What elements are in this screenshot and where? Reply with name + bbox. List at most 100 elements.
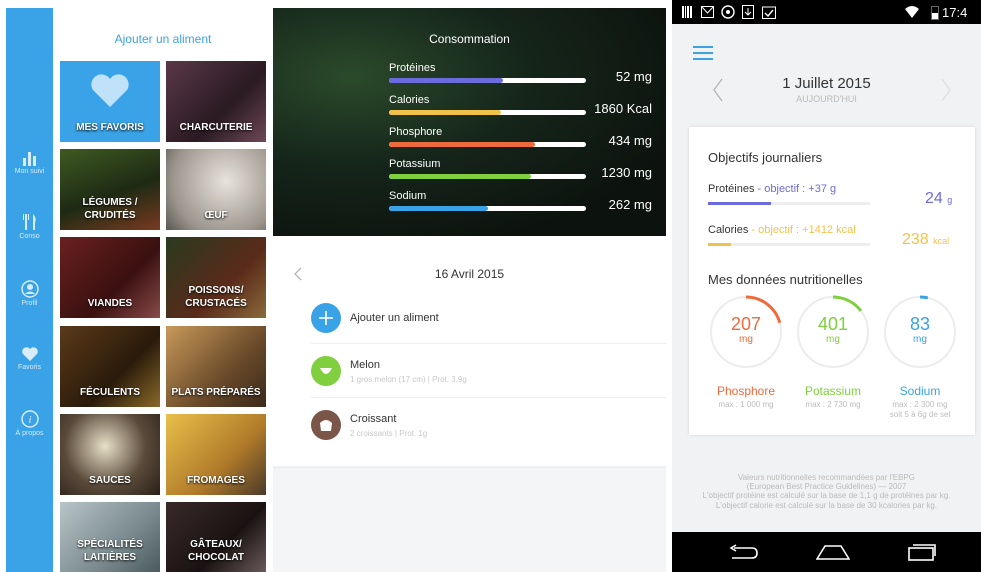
- objective-label: Calories: [708, 224, 749, 236]
- nutrition-card: Objectifs journaliers Protéines - object…: [689, 127, 975, 435]
- nav-item-profil[interactable]: Profil: [6, 280, 53, 307]
- nav-item-favoris[interactable]: Favoris: [6, 346, 53, 371]
- food-name: Melon: [350, 359, 380, 371]
- category-panel: Ajouter un aliment MES FAVORIS CHARCUTER…: [53, 8, 273, 572]
- food-row-melon[interactable]: Melon 1 gros melon (17 cm) | Prot. 3,9g: [311, 356, 666, 396]
- food-row-croissant[interactable]: Croissant 2 croissants | Prot. 1g: [311, 410, 666, 450]
- ring-name: Phosphore: [716, 384, 776, 398]
- tablet-screen: Mon suivi Conso Profil Favoris i À propo…: [6, 8, 666, 572]
- category-tile-legumes[interactable]: LÉGUMES / CRUDITÉS: [60, 149, 160, 230]
- objective-unit: g: [947, 195, 953, 205]
- recent-apps-icon[interactable]: [908, 543, 936, 561]
- ring-value: 83: [909, 314, 931, 334]
- nutrient-label: Potassium: [389, 158, 441, 170]
- category-label-line2: CRUDITÉS: [84, 209, 136, 221]
- nutrient-bar-fill: [389, 78, 503, 83]
- system-nav-bar: [672, 532, 981, 572]
- category-label: GÂTEAUX/: [190, 539, 242, 550]
- ring-name: Potassium: [804, 384, 862, 398]
- nutrient-bar: [389, 174, 586, 179]
- category-label: SPÉCIALITÉS: [77, 539, 143, 550]
- objective-label: Protéines: [708, 183, 755, 195]
- nav-item-conso[interactable]: Conso: [6, 213, 53, 240]
- category-tile-charcuterie[interactable]: CHARCUTERIE: [166, 61, 266, 142]
- profile-icon: [20, 280, 39, 298]
- wifi-icon: [905, 6, 919, 18]
- divider: [311, 397, 666, 398]
- category-tile-poissons[interactable]: POISSONS/CRUSTACÉS: [166, 237, 266, 318]
- heart-icon: [91, 74, 129, 107]
- ring-max: max : 1 000 mg: [701, 400, 791, 410]
- footer-line: L'objectif protéine est calculé sur la b…: [702, 491, 951, 501]
- category-tile-plats-prepares[interactable]: PLATS PRÉPARÉS: [166, 326, 266, 407]
- data-title: Mes données nutritionelles: [708, 272, 863, 287]
- nutrient-label: Calories: [389, 94, 430, 106]
- phone-date-sub: AUJOURD'HUI: [796, 94, 857, 104]
- melon-icon: [311, 356, 341, 386]
- ring-name: Sodium: [899, 384, 941, 398]
- add-food-row[interactable]: Ajouter un aliment: [311, 303, 666, 343]
- ring-unit: mg: [739, 334, 753, 345]
- category-label: PLATS PRÉPARÉS: [171, 386, 261, 398]
- ring-max-line: max : 1 000 mg: [718, 400, 774, 409]
- nutrient-bar: [389, 142, 586, 147]
- objectives-title: Objectifs journaliers: [708, 150, 823, 165]
- objective-row-calories: Calories - objectif : +1412 kcal: [708, 224, 856, 236]
- category-label: SAUCES: [89, 474, 131, 486]
- mail-icon: [701, 6, 714, 18]
- food-name: Croissant: [350, 413, 397, 425]
- download-icon: [742, 5, 754, 19]
- footer-notes: Valeurs nutritionnelles recommandées par…: [672, 473, 981, 510]
- category-tile-gateaux[interactable]: GÂTEAUX/CHOCOLAT: [166, 502, 266, 572]
- phone-date: 1 Juillet 2015: [782, 75, 871, 92]
- consumption-title: Consommation: [429, 32, 510, 46]
- home-icon[interactable]: [816, 544, 850, 560]
- ring-max-line2: soit 5 à 6g de sel: [889, 409, 951, 419]
- category-tile-sauces[interactable]: SAUCES: [60, 414, 160, 495]
- nav-item-a-propos[interactable]: i À propos: [6, 410, 53, 437]
- categories-title: Ajouter un aliment: [114, 32, 212, 46]
- category-label: ŒUF: [204, 209, 228, 221]
- objective-value: 24: [925, 190, 943, 207]
- category-tile-mes-favoris[interactable]: MES FAVORIS: [60, 61, 160, 142]
- category-tile-feculents[interactable]: FÉCULENTS: [60, 326, 160, 407]
- ring-unit: mg: [826, 334, 840, 345]
- nav-label: À propos: [15, 430, 44, 437]
- info-icon: i: [20, 410, 39, 428]
- nutrient-bar-fill: [389, 174, 531, 179]
- nutrient-bar-fill: [389, 206, 488, 211]
- ring-value: 401: [817, 314, 849, 334]
- fork-knife-icon: [22, 214, 36, 230]
- ring-max: max : 2 300 mg soit 5 à 6g de sel: [875, 400, 965, 419]
- nav-label: Favoris: [18, 364, 41, 371]
- nutrient-value: 52 mg: [615, 69, 652, 84]
- category-label: FROMAGES: [187, 474, 245, 486]
- barcode-icon: [682, 6, 692, 18]
- nutrient-label: Sodium: [389, 190, 427, 202]
- category-tile-specialites-laitieres[interactable]: SPÉCIALITÉS LAITIÈRES: [60, 502, 160, 572]
- ring-value: 207: [730, 314, 762, 334]
- nav-item-mon-suivi[interactable]: Mon suivi: [6, 150, 53, 175]
- hamburger-menu-icon[interactable]: [693, 46, 713, 60]
- objective-value-calories: 238 kcal: [902, 231, 949, 249]
- objective-track: [708, 243, 870, 246]
- back-icon[interactable]: [728, 544, 758, 560]
- nutrient-value: 434 mg: [608, 133, 652, 148]
- nutrient-bar: [389, 78, 586, 83]
- objective-track: [708, 202, 870, 205]
- nutrient-label: Protéines: [389, 62, 436, 74]
- category-tile-oeuf[interactable]: ŒUF: [166, 149, 266, 230]
- status-time: 17:4: [942, 5, 968, 20]
- battery-icon: [931, 6, 939, 20]
- phone-screen: 17:4 1 Juillet 2015 AUJOURD'HUI Objectif…: [672, 0, 981, 572]
- category-tile-fromages[interactable]: FROMAGES: [166, 414, 266, 495]
- empty-area: [273, 469, 666, 572]
- ball-icon: [721, 5, 735, 19]
- category-label-line2: CRUSTACÉS: [185, 297, 247, 309]
- nutrient-bar: [389, 206, 586, 211]
- svg-text:i: i: [28, 414, 31, 426]
- food-detail: 2 croissants | Prot. 1g: [350, 429, 428, 438]
- nav-label: Profil: [21, 300, 38, 307]
- objective-fill: [708, 202, 771, 205]
- category-tile-viandes[interactable]: VIANDES: [60, 237, 160, 318]
